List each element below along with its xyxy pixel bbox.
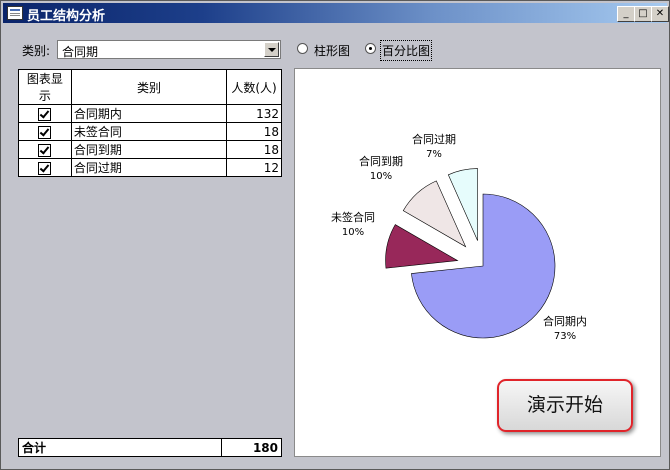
category-value: 合同期 bbox=[62, 45, 99, 59]
category-table: 图表显示 类别 人数(人) 合同期内 132 未签合同 18 合同到期 18 合… bbox=[18, 69, 282, 177]
table-row: 未签合同 18 bbox=[18, 122, 282, 141]
row-count: 18 bbox=[226, 122, 282, 141]
show-checkbox[interactable] bbox=[38, 143, 52, 157]
slice-percent: 7% bbox=[426, 149, 442, 160]
window-title: 员工结构分析 bbox=[27, 9, 106, 24]
dropdown-arrow-icon[interactable] bbox=[264, 42, 279, 57]
minimize-button[interactable]: _ bbox=[617, 6, 635, 22]
slice-label: 未签合同 bbox=[331, 210, 375, 224]
total-label: 合计 bbox=[18, 438, 222, 457]
row-count: 132 bbox=[226, 104, 282, 123]
row-name: 合同到期 bbox=[70, 140, 228, 159]
slice-label: 合同到期 bbox=[359, 154, 403, 168]
table-row: 合同到期 18 bbox=[18, 140, 282, 159]
slice-percent: 10% bbox=[342, 227, 364, 238]
show-checkbox[interactable] bbox=[38, 161, 52, 175]
app-icon[interactable] bbox=[7, 6, 23, 20]
bar-chart-radio[interactable] bbox=[297, 43, 308, 54]
table-header-row: 图表显示 类别 人数(人) bbox=[18, 69, 282, 105]
percent-chart-radio[interactable] bbox=[365, 43, 376, 54]
percent-chart-label[interactable]: 百分比图 bbox=[379, 40, 433, 61]
category-combo[interactable]: 合同期 bbox=[57, 40, 281, 59]
bar-chart-label[interactable]: 柱形图 bbox=[314, 42, 350, 59]
start-demo-button[interactable]: 演示开始 bbox=[497, 379, 633, 432]
row-count: 18 bbox=[226, 140, 282, 159]
table-row: 合同期内 132 bbox=[18, 104, 282, 123]
slice-percent: 10% bbox=[370, 171, 392, 182]
row-count: 12 bbox=[226, 158, 282, 177]
show-checkbox[interactable] bbox=[38, 107, 52, 121]
slice-label: 合同期内 bbox=[543, 314, 587, 328]
header-count: 人数(人) bbox=[226, 69, 282, 105]
maximize-button[interactable]: □ bbox=[634, 6, 652, 22]
close-button[interactable]: ✕ bbox=[651, 6, 669, 22]
row-name: 未签合同 bbox=[70, 122, 228, 141]
show-checkbox[interactable] bbox=[38, 125, 52, 139]
category-label: 类别: bbox=[22, 44, 51, 58]
table-row: 合同过期 12 bbox=[18, 158, 282, 177]
slice-label: 合同过期 bbox=[412, 132, 456, 146]
title-bar[interactable]: 员工结构分析 _ □ ✕ bbox=[3, 3, 669, 24]
main-window: 员工结构分析 _ □ ✕ 类别: 合同期 图表显示 类别 人数(人) 合同期内 … bbox=[0, 0, 670, 470]
header-show: 图表显示 bbox=[18, 69, 72, 105]
header-category: 类别 bbox=[70, 69, 228, 105]
slice-percent: 73% bbox=[554, 331, 576, 342]
total-row: 合计 180 bbox=[18, 438, 283, 457]
row-name: 合同期内 bbox=[70, 104, 228, 123]
total-value: 180 bbox=[220, 438, 283, 457]
row-name: 合同过期 bbox=[70, 158, 228, 177]
